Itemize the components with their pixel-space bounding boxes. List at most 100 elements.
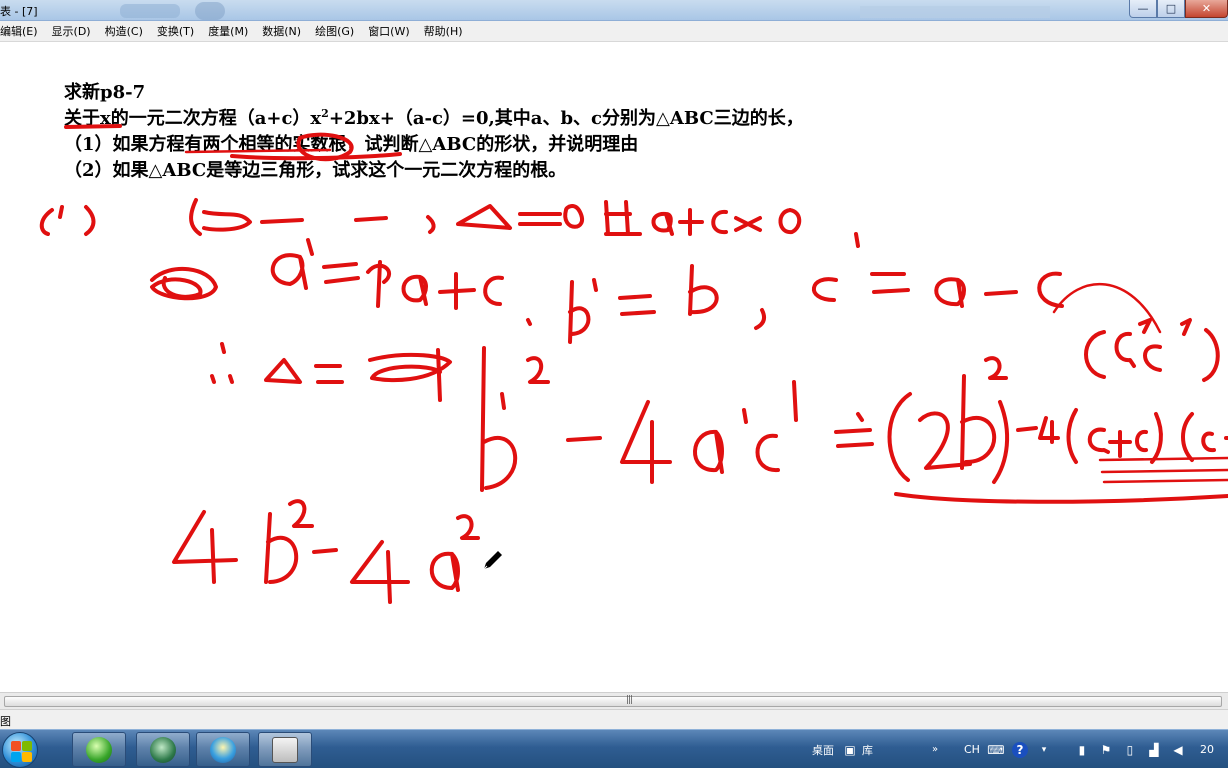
volume-icon[interactable]: ◀ — [1170, 742, 1186, 758]
taskbar-app-globe[interactable] — [136, 732, 190, 767]
ink-stroke — [856, 412, 864, 422]
menu-edit[interactable]: 编辑(E) — [0, 23, 45, 39]
ink-stroke — [693, 429, 724, 474]
ink-stroke — [1202, 328, 1220, 382]
ink-stroke — [526, 356, 550, 384]
ink-stroke — [792, 380, 798, 422]
ink-stroke — [401, 274, 428, 306]
ink-underline — [1102, 478, 1228, 484]
keyboard-icon[interactable]: ⌨ — [987, 742, 1004, 758]
chevron-icon[interactable]: » — [927, 742, 943, 758]
minimize-button[interactable]: — — [1129, 0, 1157, 18]
titlebar-blur — [195, 2, 225, 20]
ink-stroke — [604, 200, 642, 236]
ink-underline — [184, 148, 332, 154]
taskbar-app-browser[interactable] — [72, 732, 126, 767]
horizontal-scrollbar[interactable]: ||| — [0, 692, 1228, 709]
ink-stroke — [688, 264, 719, 316]
ink-underline — [1098, 456, 1228, 462]
ink-stroke — [1135, 429, 1148, 453]
ink-stroke — [854, 232, 860, 248]
maximize-button[interactable]: □ — [1157, 0, 1185, 18]
ink-stroke — [960, 374, 997, 470]
ink-stroke — [984, 290, 1018, 296]
help-icon[interactable]: ? — [1011, 741, 1028, 758]
ink-stroke — [1087, 427, 1110, 454]
monitor-icon[interactable]: ▯ — [1122, 742, 1138, 758]
ink-stroke — [992, 400, 1010, 484]
taskbar-app-sketchpad[interactable] — [258, 732, 312, 767]
ink-stroke — [354, 216, 388, 222]
tray-arrow-icon[interactable]: ▾ — [1036, 742, 1052, 758]
network-icon[interactable]: ▟ — [1146, 742, 1162, 758]
status-bar: 图 — [0, 709, 1228, 729]
ink-stroke — [264, 512, 298, 584]
flag-icon[interactable]: ⚑ — [1098, 742, 1114, 758]
menu-construct[interactable]: 构造(C) — [98, 23, 150, 39]
ink-stroke — [734, 216, 762, 232]
taskbar-app-drop[interactable] — [196, 732, 250, 767]
menu-help[interactable]: 帮助(H) — [417, 23, 470, 39]
ink-stroke — [202, 210, 252, 232]
ink-stroke — [592, 278, 598, 292]
ink-stroke — [1016, 426, 1038, 432]
window-controls: — □ ✕ — [1129, 0, 1228, 20]
document-canvas[interactable]: 求新p8-7 关于x的一元二次方程（a+c）x2+2bx+（a-c）=0,其中a… — [0, 42, 1228, 692]
ink-stroke — [322, 262, 360, 284]
ink-stroke — [984, 356, 1008, 380]
ink-stroke — [480, 346, 518, 492]
ink-stroke — [436, 348, 442, 402]
ink-stroke — [568, 280, 591, 344]
ink-stroke — [1201, 431, 1216, 453]
status-text: 图 — [0, 715, 11, 728]
battery-icon[interactable]: ▮ — [1074, 742, 1090, 758]
titlebar-blur — [120, 4, 180, 18]
ink-stroke — [1181, 412, 1194, 462]
ink-stroke — [500, 392, 506, 410]
menu-transform[interactable]: 变换(T) — [150, 23, 201, 39]
ink-underline — [1100, 468, 1228, 474]
ink-underline — [64, 124, 122, 129]
windows-start-button[interactable] — [2, 732, 38, 768]
window-titlebar[interactable]: 表 - [7] — □ ✕ — [0, 0, 1228, 21]
menu-display[interactable]: 显示(D) — [45, 23, 98, 39]
folder-icon: ▣ — [844, 742, 856, 757]
menu-measure[interactable]: 度量(M) — [201, 23, 255, 39]
ink-stroke — [306, 238, 314, 256]
scrollbar-thumb[interactable] — [4, 696, 1222, 707]
ink-stroke — [812, 277, 838, 302]
tray-desktop[interactable]: 桌面 — [812, 742, 834, 758]
taskbar: 桌面 ▣ 库 » CH ⌨ ? ▾ ▮ ⚑ ▯ ▟ ◀ 20 — [0, 729, 1228, 768]
ink-stroke — [678, 208, 704, 236]
start-logo-quadrant — [22, 752, 32, 762]
clock[interactable]: 20 — [1200, 743, 1214, 756]
ink-stroke — [1138, 318, 1152, 334]
close-button[interactable]: ✕ — [1185, 0, 1228, 18]
ink-underline — [230, 152, 402, 161]
menu-graph[interactable]: 绘图(G) — [308, 23, 361, 39]
ink-stroke — [58, 205, 64, 219]
ink-stroke — [288, 499, 314, 528]
tray-library[interactable]: 库 — [862, 742, 873, 758]
ink-stroke — [1037, 271, 1064, 308]
sketchpad-app-icon — [272, 736, 298, 763]
language-indicator[interactable]: CH — [964, 743, 980, 756]
tray-toolbar: 桌面 ▣ 库 » — [812, 730, 951, 768]
ink-stroke — [754, 308, 766, 330]
water-drop-icon — [210, 736, 236, 763]
titlebar-blur — [860, 6, 1050, 18]
ink-stroke — [1108, 430, 1132, 458]
ink-stroke — [518, 212, 562, 226]
ink-stroke — [456, 514, 480, 540]
ink-stroke — [189, 198, 202, 236]
start-logo-quadrant — [11, 741, 21, 751]
ink-stroke — [1038, 416, 1060, 444]
ink-stroke — [1143, 344, 1162, 372]
ink-stroke — [620, 400, 672, 484]
ink-stroke — [312, 548, 338, 554]
menu-window[interactable]: 窗口(W) — [361, 23, 416, 39]
ink-stroke — [429, 551, 460, 592]
menu-data[interactable]: 数据(N) — [255, 23, 308, 39]
ink-stroke — [934, 277, 966, 308]
ink-stroke — [483, 275, 504, 306]
